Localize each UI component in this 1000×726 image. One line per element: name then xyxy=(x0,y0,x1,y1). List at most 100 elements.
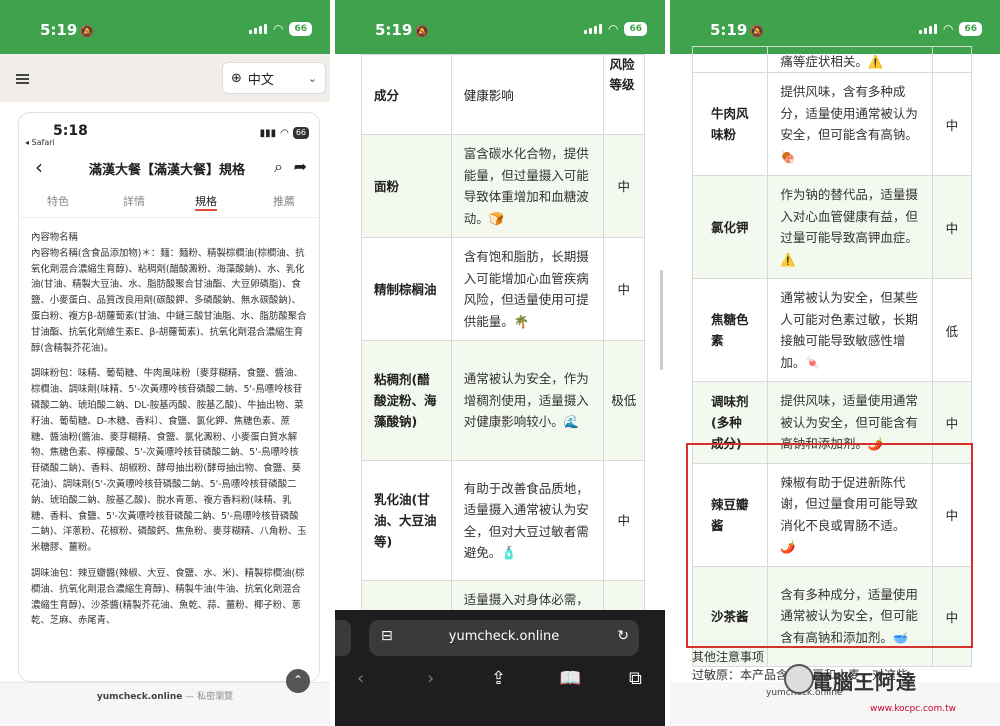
page-url: yumcheck.online — 私密瀏覽 xyxy=(96,692,234,702)
health-table: 成分 健康影响 风险等级 面粉 富含碳水化合物，提供能量，但过量摄入可能导致体重增… xyxy=(361,54,646,681)
battery-icon: 66 xyxy=(624,22,647,36)
row-ingredient: 精制棕榈油 xyxy=(361,237,452,341)
table-row: 牛肉风味粉 提供风味，含有多种成分，适量使用通常被认为安全，但可能含有高钠。🍖 中 xyxy=(691,72,973,176)
prev-tab-button[interactable] xyxy=(335,620,351,656)
battery-icon: 66 xyxy=(289,22,312,36)
row-risk: 极低 xyxy=(602,340,646,461)
row-effect: 作为钠的替代品，适量摄入对心血管健康有益，但过量可能导致高钾血症。⚠️ xyxy=(767,175,933,279)
wifi-icon: ◠ xyxy=(607,22,619,36)
battery-icon: 66 xyxy=(292,127,309,139)
toolbar-buttons: ‹ › ⇪ 📖 ⧉ xyxy=(335,668,665,698)
status-indicators: ◠ 66 xyxy=(248,22,312,36)
table-row: 焦糖色素 通常被认为安全，但某些人可能对色素过敏，长期接触可能导致敏感性增加。🍬 低 xyxy=(691,278,973,382)
battery-icon: 66 xyxy=(959,22,982,36)
scrollbar[interactable] xyxy=(660,270,663,370)
table-row: 乳化油(甘油、大豆油等) 有助于改善食品质地，适量摄入通常被认为安全，但对大豆过敏… xyxy=(361,460,646,581)
table-row: 面粉 富含碳水化合物，提供能量，但过量摄入可能导致体重增加和血糖波动。🍞 中 xyxy=(361,134,646,238)
row-effect: 含有饱和脂肪，长期摄入可能增加心血管疾病风险，但适量使用可提供能量。🌴 xyxy=(450,237,604,341)
reload-icon[interactable]: ↻ xyxy=(617,628,629,644)
row-ingredient: 粘稠剂(醋酸淀粉、海藻酸钠) xyxy=(361,340,452,461)
screenshot-panel-2: 5:19 🔕 ◠ 66 成分 健康影响 风险等级 面粉 富含碳水化合物，提供能量，但… xyxy=(335,0,665,726)
tab-features: 特色 xyxy=(47,195,69,208)
status-bar: 5:19 🔕 ◠ 66 xyxy=(335,0,665,54)
row-risk: 中 xyxy=(602,460,646,581)
language-label: 中文 xyxy=(247,72,274,88)
signal-icon xyxy=(918,24,937,34)
tab-specs: 規格 xyxy=(195,195,217,208)
mute-bell-icon: 🔕 xyxy=(415,25,430,38)
row-effect: 通常被认为安全，作为增稠剂使用，适量摄入对健康影响较小。🌊 xyxy=(450,340,604,461)
mute-bell-icon: 🔕 xyxy=(750,25,765,38)
uploaded-screenshot: 5:18 ◂ Safari ▮▮▮ ◠ 66 ‹ 滿漢大餐【滿漢大餐】規格 ⌕ ➦ … xyxy=(18,112,320,682)
globe-icon: ⊕ xyxy=(231,70,242,86)
inner-back-app: ◂ Safari xyxy=(25,138,55,147)
row-effect: 提供风味，含有多种成分，适量使用通常被认为安全，但可能含有高钠。🍖 xyxy=(767,72,933,176)
address-text: yumcheck.online xyxy=(448,629,560,644)
row-effect: 富含碳水化合物，提供能量，但过量摄入可能导致体重增加和血糖波动。🍞 xyxy=(450,134,604,238)
row-effect: 通常被认为安全，但某些人可能对色素过敏，长期接触可能导致敏感性增加。🍬 xyxy=(767,278,933,382)
inner-indicators: ▮▮▮ ◠ 66 xyxy=(260,127,309,139)
watermark-url: www.kocpc.com.tw xyxy=(870,704,956,714)
tabs-icon[interactable]: ⧉ xyxy=(629,668,642,689)
table-row: 精制棕榈油 含有饱和脂肪，长期摄入可能增加心血管疾病风险，但适量使用可提供能量。🌴… xyxy=(361,237,646,341)
col-risk: 风险等级 xyxy=(602,54,646,135)
language-select[interactable]: ⊕ 中文 ⌄ xyxy=(222,62,326,94)
ingredient-heading: 內容物名稱 xyxy=(31,232,78,243)
inner-status-bar: 5:18 ◂ Safari ▮▮▮ ◠ 66 xyxy=(19,113,319,151)
inner-time: 5:18 xyxy=(53,123,88,139)
share-icon: ➦ xyxy=(293,157,307,176)
status-time: 5:19 🔕 xyxy=(375,21,430,39)
site-header: ⊕ 中文 ⌄ xyxy=(0,54,330,102)
tab-recommend: 推薦 xyxy=(273,195,295,208)
menu-icon[interactable] xyxy=(16,74,29,84)
screenshot-panel-1: 5:19 🔕 ◠ 66 ⊕ 中文 ⌄ 5:18 ◂ Safari ▮▮▮ ◠ 66 ‹… xyxy=(0,0,330,726)
watermark-logo xyxy=(784,664,814,694)
row-risk: 中 xyxy=(931,175,973,279)
inner-tabs: 特色 詳情 規格 推薦 xyxy=(19,189,319,213)
active-tab-indicator xyxy=(195,209,217,211)
table-row: 粘稠剂(醋酸淀粉、海藻酸钠) 通常被认为安全，作为增稠剂使用，适量摄入对健康影响较… xyxy=(361,340,646,461)
back-icon[interactable]: ‹ xyxy=(357,668,364,689)
row-ingredient: 乳化油(甘油、大豆油等) xyxy=(361,460,452,581)
watermark-text: 電腦王阿達 xyxy=(812,670,917,694)
status-time: 5:19 🔕 xyxy=(710,21,765,39)
wifi-icon: ◠ xyxy=(272,22,284,36)
table-row: 氯化钾 作为钠的替代品，适量摄入对心血管健康有益，但过量可能导致高钾血症。⚠️ 中 xyxy=(691,175,973,279)
col-ingredient: 成分 xyxy=(361,54,452,135)
row-effect: 痛等症状相关。⚠️ xyxy=(767,46,933,73)
address-bar[interactable]: ⊟ yumcheck.online ↻ xyxy=(369,620,639,656)
forward-icon[interactable]: › xyxy=(427,668,434,689)
highlight-box xyxy=(686,443,973,648)
wifi-icon: ◠ xyxy=(280,127,289,139)
row-effect: 有助于改善食品质地，适量摄入通常被认为安全，但对大豆过敏者需避免。🧴 xyxy=(450,460,604,581)
row-risk: 中 xyxy=(602,237,646,341)
status-indicators: ◠ 66 xyxy=(918,22,982,36)
row-ingredient: 牛肉风味粉 xyxy=(691,72,769,176)
ingredient-seasoning-oil: 調味油包：辣豆瓣醬(辣椒、大豆、食鹽、水、米)、精製棕櫚油(棕櫚油、抗氧化劑混合… xyxy=(31,567,305,627)
row-risk: 低 xyxy=(931,278,973,382)
share-icon[interactable]: ⇪ xyxy=(491,668,506,689)
row-ingredient: 面粉 xyxy=(361,134,452,238)
status-indicators: ◠ 66 xyxy=(583,22,647,36)
inner-nav: ‹ 滿漢大餐【滿漢大餐】規格 ⌕ ➦ xyxy=(19,153,319,183)
col-effect: 健康影响 xyxy=(450,54,604,135)
product-title: 滿漢大餐【滿漢大餐】規格 xyxy=(89,163,246,178)
ingredient-text: 內容物名稱 內容物名稱(含食品添加物)＊：麵：麵粉、精製棕櫚油(棕櫚油、抗氧化劑… xyxy=(19,217,319,681)
search-icon: ⌕ xyxy=(274,157,283,176)
ingredient-noodles: 內容物名稱(含食品添加物)＊：麵：麵粉、精製棕櫚油(棕櫚油、抗氧化劑混合濃縮生育… xyxy=(31,247,307,354)
signal-icon xyxy=(248,24,267,34)
safari-toolbar: ⊟ yumcheck.online ↻ ‹ › ⇪ 📖 ⧉ xyxy=(335,610,665,726)
ingredient-seasoning-powder: 調味粉包：味精、葡萄糖、牛肉風味粉〔麥芽糊精、食鹽、醬油、棕櫚油、調味劑(味精、… xyxy=(31,368,307,554)
browser-bottom-bar: ⌃ yumcheck.online — 私密瀏覽 xyxy=(0,669,330,726)
row-ingredient: 焦糖色素 xyxy=(691,278,769,382)
signal-icon xyxy=(583,24,602,34)
table-row: 痛等症状相关。⚠️ xyxy=(691,46,973,73)
row-risk: 中 xyxy=(602,134,646,238)
chevron-down-icon: ⌄ xyxy=(307,71,317,85)
row-ingredient: 氯化钾 xyxy=(691,175,769,279)
wifi-icon: ◠ xyxy=(942,22,954,36)
status-bar: 5:19 🔕 ◠ 66 xyxy=(0,0,330,54)
status-time: 5:19 🔕 xyxy=(40,21,95,39)
tab-details: 詳情 xyxy=(123,195,145,208)
bookmarks-icon[interactable]: 📖 xyxy=(559,668,581,689)
